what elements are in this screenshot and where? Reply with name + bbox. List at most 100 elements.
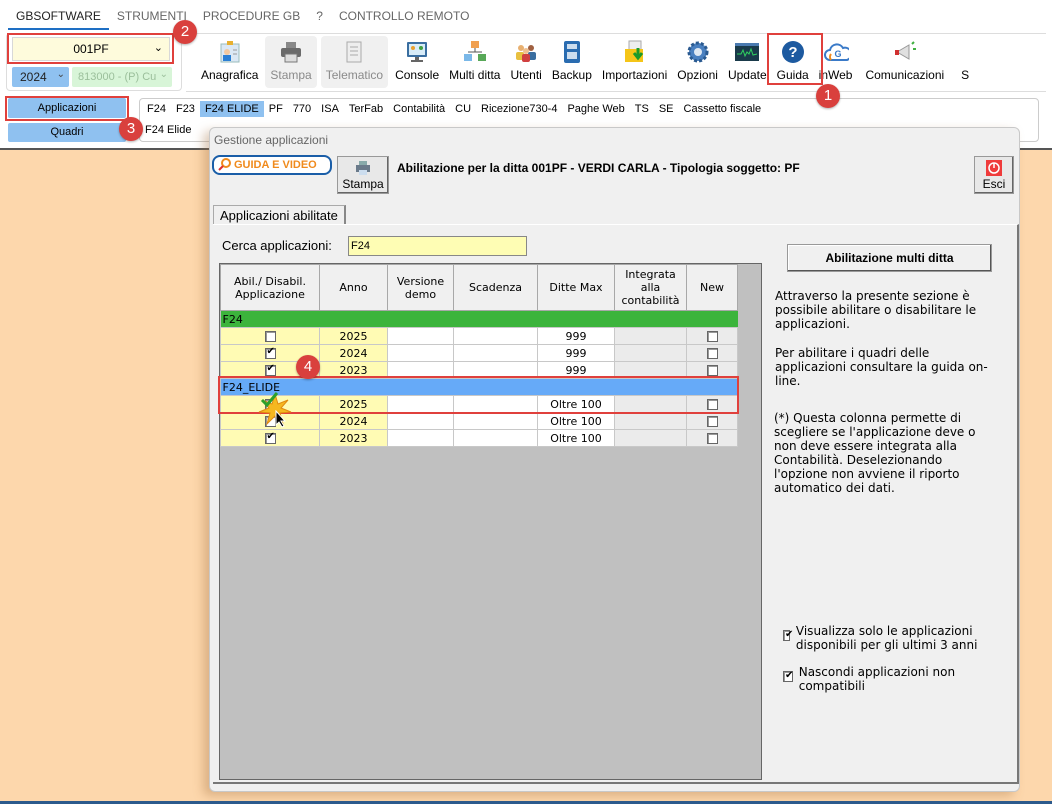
step-badge-1: 1 bbox=[816, 84, 840, 108]
year-select[interactable]: 2024 ⌄ bbox=[12, 67, 69, 87]
highlight-f24-elide-row bbox=[218, 376, 739, 414]
toolbar-backup[interactable]: Backup bbox=[547, 36, 597, 88]
enable-checkbox[interactable] bbox=[264, 363, 276, 376]
dialog-stampa-button[interactable]: Stampa bbox=[337, 156, 389, 194]
new-checkbox[interactable] bbox=[706, 331, 718, 342]
guida-label: GUIDA E VIDEO bbox=[234, 159, 317, 171]
menu-help[interactable]: ? bbox=[308, 6, 331, 30]
col-ditte-max[interactable]: Ditte Max bbox=[537, 264, 615, 311]
document-icon bbox=[341, 40, 367, 64]
tab-770[interactable]: 770 bbox=[288, 101, 316, 117]
new-cell bbox=[686, 327, 738, 345]
cloud-icon: G bbox=[823, 40, 849, 64]
monitor-icon bbox=[404, 40, 430, 64]
tab-terfab[interactable]: TerFab bbox=[344, 101, 388, 117]
tab-ts[interactable]: TS bbox=[630, 101, 654, 117]
esci-button[interactable]: Esci bbox=[974, 156, 1014, 194]
toolbar-importazioni[interactable]: Importazioni bbox=[597, 36, 672, 88]
col-scadenza[interactable]: Scadenza bbox=[453, 264, 538, 311]
table-row[interactable]: 2024 Oltre 100 bbox=[220, 412, 738, 430]
tab-cassetto-fiscale[interactable]: Cassetto fiscale bbox=[679, 101, 767, 117]
col-integrata[interactable]: Integrata alla contabilità bbox=[614, 264, 687, 311]
enable-checkbox[interactable] bbox=[264, 346, 276, 359]
col-abilitazione[interactable]: Abil./ Disabil. Applicazione bbox=[220, 264, 320, 311]
svg-text:G: G bbox=[834, 49, 841, 59]
tab-contabilita[interactable]: Contabilità bbox=[388, 101, 450, 117]
demo-cell bbox=[387, 344, 454, 362]
step-badge-3: 3 bbox=[119, 117, 143, 141]
megaphone-icon bbox=[892, 40, 918, 64]
ditte-max-cell: Oltre 100 bbox=[537, 412, 615, 430]
toolbar-telematico[interactable]: Telematico bbox=[320, 36, 389, 88]
menu-procedure-gb[interactable]: PROCEDURE GB bbox=[195, 6, 308, 30]
option-label: Visualizza solo le applicazioni disponib… bbox=[795, 624, 978, 652]
new-cell bbox=[686, 412, 738, 430]
table-row[interactable]: 2025 999 bbox=[220, 327, 738, 345]
toolbar-opzioni[interactable]: Opzioni bbox=[672, 36, 723, 88]
integrata-cell bbox=[614, 344, 687, 362]
demo-cell bbox=[387, 327, 454, 345]
option-nascondi-non-compatibili[interactable]: Nascondi applicazioni non compatibili bbox=[783, 665, 993, 693]
new-checkbox[interactable] bbox=[706, 433, 718, 444]
col-new[interactable]: New bbox=[686, 264, 738, 311]
search-applicazioni-input[interactable] bbox=[348, 236, 527, 256]
toolbar-anagrafica[interactable]: Anagrafica bbox=[196, 36, 263, 88]
tab-pf[interactable]: PF bbox=[264, 101, 288, 117]
tab-applicazioni-abilitate[interactable]: Applicazioni abilitate bbox=[213, 205, 346, 225]
quadri-button[interactable]: Quadri bbox=[8, 123, 126, 142]
scadenza-cell bbox=[453, 344, 538, 362]
new-checkbox[interactable] bbox=[706, 348, 718, 359]
menu-gbsoftware[interactable]: GBSOFTWARE bbox=[8, 6, 109, 30]
enable-cell bbox=[220, 429, 320, 447]
abilitazione-multi-ditta-button[interactable]: Abilitazione multi ditta bbox=[787, 244, 992, 272]
tab-se[interactable]: SE bbox=[654, 101, 679, 117]
toolbar-update[interactable]: Update bbox=[723, 36, 772, 88]
checkbox-nascondi-non-compatibili[interactable] bbox=[783, 669, 793, 683]
anno-cell: 2024 bbox=[319, 412, 388, 430]
tab-isa[interactable]: ISA bbox=[316, 101, 344, 117]
checkbox-ultimi-3-anni[interactable] bbox=[783, 628, 793, 642]
menu-controllo-remoto[interactable]: CONTROLLO REMOTO bbox=[331, 6, 477, 30]
highlight-company-select bbox=[7, 33, 174, 64]
printer-icon bbox=[278, 40, 304, 64]
applications-table: Abil./ Disabil. Applicazione Anno Versio… bbox=[220, 264, 738, 447]
dialog-title: Gestione applicazioni bbox=[214, 133, 329, 147]
backup-icon bbox=[559, 40, 585, 64]
toolbar-comunicazioni[interactable]: Comunicazioni bbox=[857, 36, 952, 88]
col-anno[interactable]: Anno bbox=[319, 264, 388, 311]
activity-select[interactable]: 813000 - (P) Cu ⌄ bbox=[72, 67, 172, 87]
enable-checkbox[interactable] bbox=[264, 331, 276, 342]
new-checkbox[interactable] bbox=[706, 365, 718, 376]
guida-video-button[interactable]: GUIDA E VIDEO bbox=[212, 155, 332, 175]
toolbar-divider-top bbox=[186, 33, 1046, 34]
tab-cu[interactable]: CU bbox=[450, 101, 476, 117]
activity-value: 813000 - (P) Cu bbox=[78, 71, 157, 83]
toolbar-label: Stampa bbox=[270, 68, 312, 82]
toolbar-console[interactable]: Console bbox=[390, 36, 444, 88]
tab-f23[interactable]: F23 bbox=[171, 101, 200, 117]
tab-f24[interactable]: F24 bbox=[142, 101, 171, 117]
toolbar-multi-ditta[interactable]: Multi ditta bbox=[444, 36, 505, 88]
scadenza-cell bbox=[453, 327, 538, 345]
new-checkbox[interactable] bbox=[706, 416, 718, 427]
sub-tab-f24-elide[interactable]: F24 Elide bbox=[145, 124, 191, 136]
anno-cell: 2023 bbox=[319, 429, 388, 447]
toolbar-label: Console bbox=[395, 68, 440, 82]
org-chart-icon bbox=[462, 40, 488, 64]
option-ultimi-3-anni[interactable]: Visualizza solo le applicazioni disponib… bbox=[783, 624, 993, 652]
tab-f24-elide[interactable]: F24 ELIDE bbox=[199, 101, 264, 117]
enable-checkbox[interactable] bbox=[264, 431, 276, 444]
info-text-1: Attraverso la presente sezione è possibi… bbox=[775, 289, 977, 331]
stampa-label: Stampa bbox=[342, 177, 384, 191]
toolbar-more[interactable]: S bbox=[952, 36, 978, 88]
tab-ricezione730[interactable]: Ricezione730-4 bbox=[476, 101, 562, 117]
toolbar-stampa[interactable]: Stampa bbox=[265, 36, 317, 88]
tab-paghe-web[interactable]: Paghe Web bbox=[562, 101, 629, 117]
info-text-2: Per abilitare i quadri delle applicazion… bbox=[775, 346, 988, 388]
magnifier-icon bbox=[218, 157, 232, 174]
col-versione-demo[interactable]: Versione demo bbox=[387, 264, 454, 311]
esci-label: Esci bbox=[982, 177, 1006, 191]
table-row[interactable]: 2023 Oltre 100 bbox=[220, 429, 738, 447]
toolbar-utenti[interactable]: Utenti bbox=[505, 36, 546, 88]
toolbar-label: S bbox=[961, 68, 970, 82]
